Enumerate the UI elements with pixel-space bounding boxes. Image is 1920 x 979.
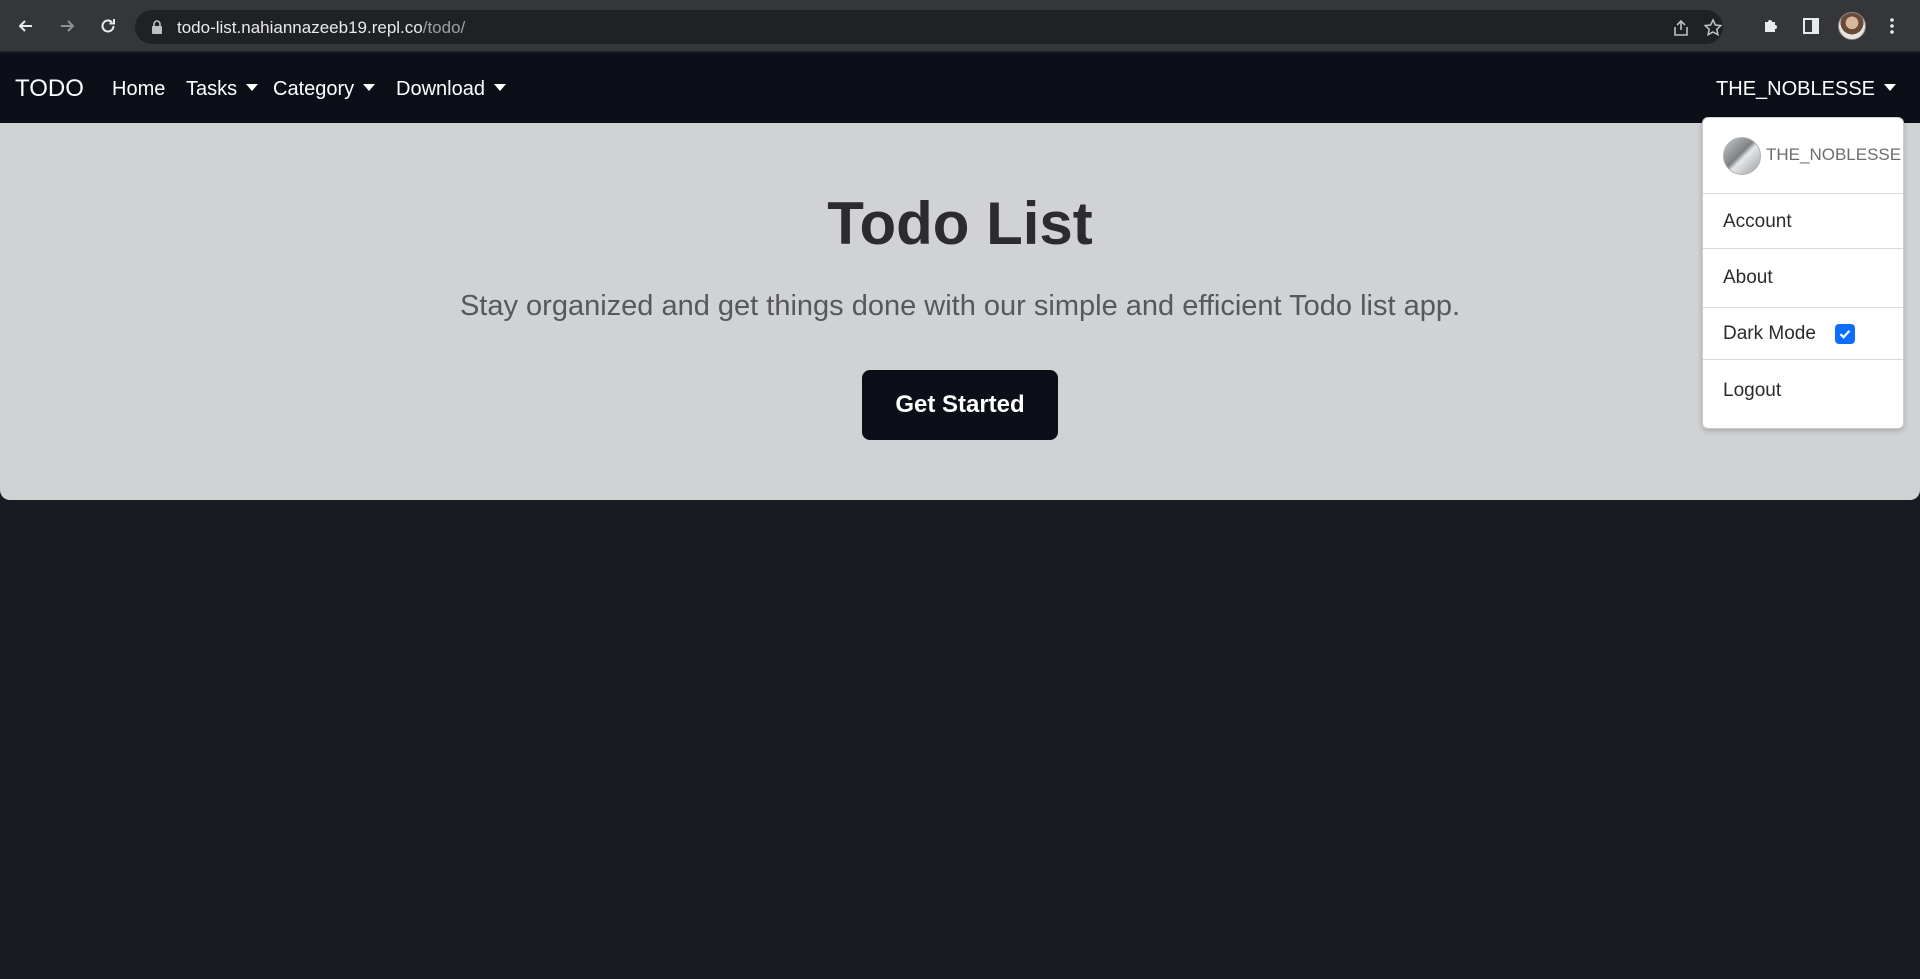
- arrow-left-icon: [18, 20, 32, 32]
- side-panel-button[interactable]: [1797, 12, 1825, 40]
- forward-button[interactable]: [51, 10, 83, 42]
- brand-logo[interactable]: TODO: [15, 75, 84, 103]
- menu-item-dark-mode[interactable]: Dark Mode: [1703, 308, 1903, 359]
- user-dropdown-menu: THE_NOBLESSE Account About Dark Mode Log…: [1702, 117, 1904, 429]
- user-avatar: [1723, 137, 1761, 175]
- get-started-button[interactable]: Get Started: [862, 370, 1058, 440]
- side-panel-icon: [1803, 18, 1819, 34]
- menu-item-about[interactable]: About: [1703, 249, 1903, 307]
- hero-title: Todo List: [827, 190, 1093, 257]
- hero-section: Todo List Stay organized and get things …: [0, 123, 1920, 500]
- caret-down-icon: [1884, 84, 1896, 91]
- user-menu-toggle[interactable]: THE_NOBLESSE: [1716, 78, 1896, 101]
- back-button[interactable]: [10, 10, 42, 42]
- reload-button[interactable]: [92, 10, 124, 42]
- menu-item-account[interactable]: Account: [1703, 195, 1903, 248]
- checkmark-icon: [1839, 329, 1851, 339]
- address-bar[interactable]: todo-list.nahiannazeeb19.repl.co/todo/: [135, 10, 1723, 44]
- url-text: todo-list.nahiannazeeb19.repl.co/todo/: [177, 18, 466, 37]
- share-icon[interactable]: [1671, 18, 1691, 38]
- arrow-right-icon: [61, 20, 75, 32]
- nav-tasks-dropdown[interactable]: Tasks: [186, 78, 259, 101]
- dropdown-user-header: THE_NOBLESSE: [1703, 118, 1903, 194]
- dark-mode-checkbox[interactable]: [1834, 323, 1855, 344]
- caret-down-icon: [493, 84, 506, 91]
- dark-mode-label: Dark Mode: [1723, 322, 1816, 344]
- extensions-button[interactable]: [1757, 12, 1785, 40]
- puzzle-icon: [1765, 20, 1777, 32]
- lock-icon: [152, 20, 162, 34]
- kebab-menu-icon: [1890, 18, 1894, 34]
- nav-download-dropdown[interactable]: Download: [396, 78, 506, 101]
- reload-icon: [101, 19, 115, 33]
- browser-toolbar: todo-list.nahiannazeeb19.repl.co/todo/: [0, 0, 1920, 52]
- nav-category-dropdown[interactable]: Category: [273, 78, 376, 101]
- menu-item-logout[interactable]: Logout: [1703, 360, 1903, 422]
- caret-down-icon: [246, 84, 259, 91]
- bookmark-star-icon[interactable]: [1703, 18, 1723, 38]
- nav-home[interactable]: Home: [112, 78, 165, 101]
- browser-menu-button[interactable]: [1878, 12, 1906, 40]
- hero-subtitle: Stay organized and get things done with …: [459, 290, 1461, 322]
- dropdown-username: THE_NOBLESSE: [1766, 145, 1902, 164]
- caret-down-icon: [363, 84, 376, 91]
- profile-avatar[interactable]: [1838, 12, 1866, 40]
- app-navbar: TODO Home Tasks Category Download THE_NO…: [0, 53, 1920, 123]
